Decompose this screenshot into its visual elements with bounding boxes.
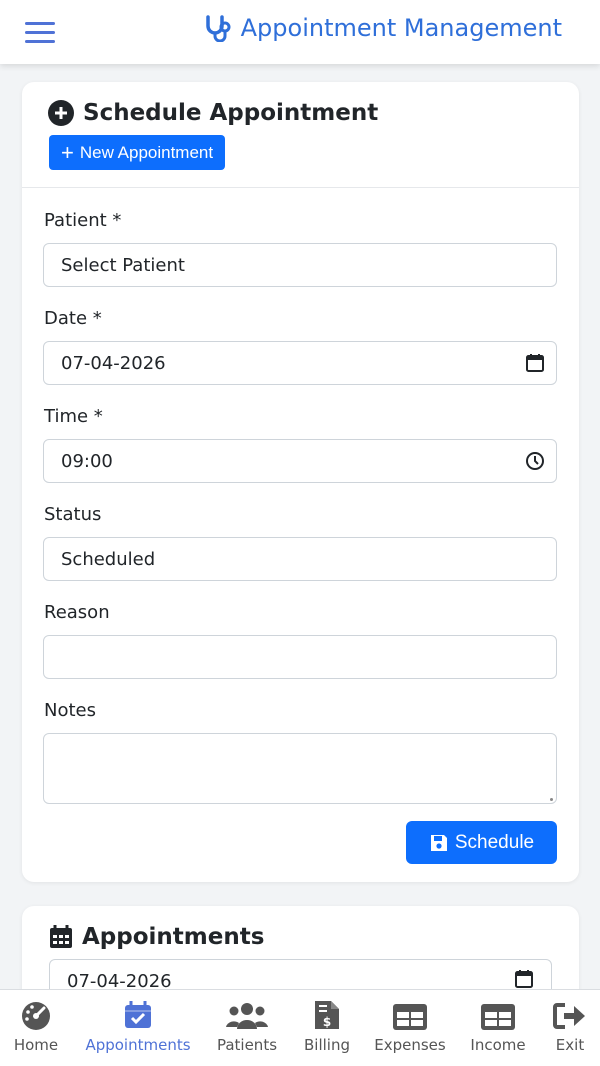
nav-billing-label: Billing xyxy=(304,1036,350,1054)
status-select-value: Scheduled xyxy=(61,548,156,570)
app-title-text: Appointment Management xyxy=(240,14,562,42)
status-select[interactable]: Scheduled xyxy=(43,537,557,581)
time-input-value: 09:00 xyxy=(61,450,113,472)
calendar-icon xyxy=(48,924,74,950)
schedule-button[interactable]: Schedule xyxy=(406,821,557,864)
date-label: Date * xyxy=(44,308,102,329)
table-icon xyxy=(481,990,515,1030)
time-input[interactable]: 09:00 xyxy=(43,439,557,483)
nav-expenses[interactable]: Expenses xyxy=(370,990,450,1066)
top-bar: Appointment Management xyxy=(0,0,600,64)
patient-label: Patient * xyxy=(44,210,122,231)
nav-appointments-label: Appointments xyxy=(85,1036,191,1054)
patient-select-value: Select Patient xyxy=(61,254,185,276)
nav-patients[interactable]: Patients xyxy=(212,990,282,1066)
invoice-dollar-icon: $ xyxy=(314,990,340,1030)
card-header: Schedule Appointment + New Appointment xyxy=(22,82,579,188)
schedule-button-label: Schedule xyxy=(454,831,535,853)
nav-expenses-label: Expenses xyxy=(374,1036,446,1054)
nav-income[interactable]: Income xyxy=(464,990,532,1066)
plus-circle-icon xyxy=(48,100,74,126)
new-appointment-button[interactable]: + New Appointment xyxy=(49,135,226,170)
clock-icon[interactable] xyxy=(525,451,545,471)
nav-income-label: Income xyxy=(470,1036,526,1054)
card-title-text: Schedule Appointment xyxy=(83,100,379,126)
nav-home[interactable]: Home xyxy=(0,990,72,1066)
appointments-title: Appointments xyxy=(48,924,264,950)
nav-exit-label: Exit xyxy=(555,1036,585,1054)
menu-icon[interactable] xyxy=(25,22,55,44)
date-input-value: 07-04-2026 xyxy=(61,352,166,374)
calendar-check-icon xyxy=(123,990,153,1030)
appointments-title-text: Appointments xyxy=(82,924,265,950)
time-label: Time * xyxy=(44,406,103,427)
date-input[interactable]: 07-04-2026 xyxy=(43,341,557,385)
reason-label: Reason xyxy=(44,602,110,623)
bottom-nav: Home Appointments Patients $ Billing Exp… xyxy=(0,989,600,1066)
stethoscope-icon xyxy=(205,15,231,42)
notes-label: Notes xyxy=(44,700,96,721)
plus-icon: + xyxy=(61,139,74,165)
svg-text:$: $ xyxy=(323,1015,331,1029)
resize-handle[interactable] xyxy=(550,798,553,801)
reason-input[interactable] xyxy=(43,635,557,679)
patient-select[interactable]: Select Patient xyxy=(43,243,557,287)
save-icon xyxy=(429,833,449,853)
nav-patients-label: Patients xyxy=(216,1036,278,1054)
nav-appointments[interactable]: Appointments xyxy=(82,990,194,1066)
table-icon xyxy=(393,990,427,1030)
calendar-icon[interactable] xyxy=(525,353,545,373)
new-appointment-label: New Appointment xyxy=(79,142,214,162)
notes-textarea[interactable] xyxy=(43,733,557,804)
nav-billing[interactable]: $ Billing xyxy=(296,990,358,1066)
schedule-appointment-card: Schedule Appointment + New Appointment P… xyxy=(22,82,579,882)
status-label: Status xyxy=(44,504,102,525)
nav-home-label: Home xyxy=(13,1036,59,1054)
app-title: Appointment Management xyxy=(203,14,562,42)
sign-out-icon xyxy=(553,990,587,1030)
users-icon xyxy=(226,990,268,1030)
card-title: Schedule Appointment xyxy=(48,100,378,126)
nav-exit[interactable]: Exit xyxy=(546,990,594,1066)
gauge-icon xyxy=(19,990,53,1030)
